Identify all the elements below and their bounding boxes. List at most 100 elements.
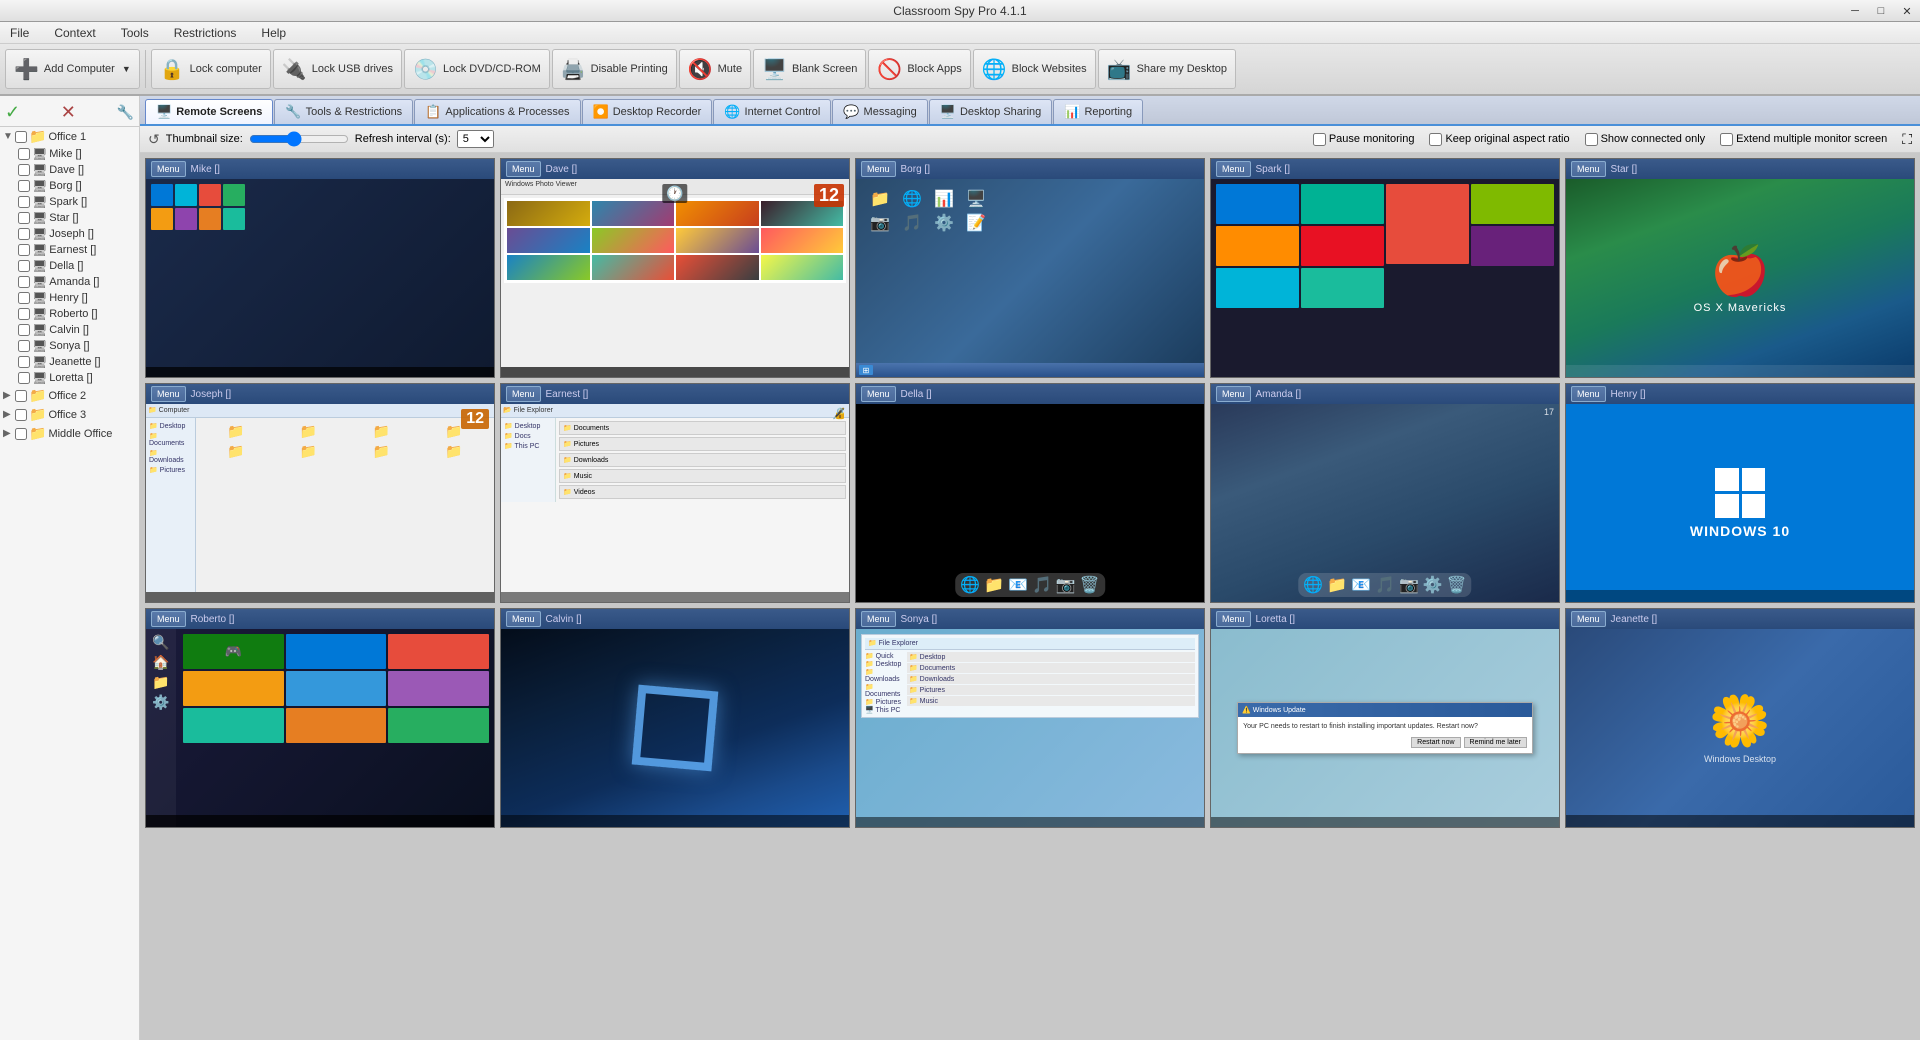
menu-button-spark[interactable]: Menu (1216, 161, 1251, 177)
dave-checkbox[interactable] (18, 164, 30, 176)
mike-checkbox[interactable] (18, 148, 30, 160)
menu-button-mike[interactable]: Menu (151, 161, 186, 177)
sidebar-item-henry[interactable]: 🖥Henry [] (15, 290, 139, 306)
tab-applications[interactable]: 📋 Applications & Processes (414, 99, 580, 124)
menu-button-joseph[interactable]: Menu (151, 386, 186, 402)
sidebar-item-borg[interactable]: 🖥Borg [] (15, 178, 139, 194)
henry-checkbox[interactable] (18, 292, 30, 304)
menu-context[interactable]: Context (49, 24, 100, 42)
office1-checkbox[interactable] (15, 131, 27, 143)
office1-folder[interactable]: ▼ 📁 Office 1 (0, 127, 139, 146)
screen-star[interactable]: Menu Star [] 🍎 OS X Mavericks (1565, 158, 1915, 378)
screen-loretta[interactable]: Menu Loretta [] ⚠️ Windows Update Your P… (1210, 608, 1560, 828)
menu-button-amanda[interactable]: Menu (1216, 386, 1251, 402)
expand-button[interactable]: ⛶ (1902, 131, 1912, 148)
tab-reporting[interactable]: 📊 Reporting (1053, 99, 1143, 124)
thumbnail-slider[interactable] (249, 131, 349, 147)
star-checkbox[interactable] (18, 212, 30, 224)
menu-help[interactable]: Help (256, 24, 291, 42)
office2-checkbox[interactable] (15, 390, 27, 402)
refresh-button[interactable]: ↺ (148, 131, 160, 148)
della-checkbox[interactable] (18, 260, 30, 272)
pause-monitoring-checkbox[interactable] (1313, 133, 1326, 146)
settings-icon[interactable]: 🔧 (117, 104, 134, 121)
menu-restrictions[interactable]: Restrictions (169, 24, 242, 42)
sidebar-item-star[interactable]: 🖥Star [] (15, 210, 139, 226)
sidebar-item-amanda[interactable]: 🖥Amanda [] (15, 274, 139, 290)
sidebar-item-loretta[interactable]: 🖥Loretta [] (15, 370, 139, 386)
minimize-button[interactable]: ─ (1842, 0, 1868, 22)
mute-button[interactable]: 🔇 Mute (679, 49, 751, 89)
show-connected-checkbox[interactable] (1585, 133, 1598, 146)
tab-messaging[interactable]: 💬 Messaging (832, 99, 927, 124)
blank-screen-button[interactable]: 🖥️ Blank Screen (753, 49, 866, 89)
screen-spark[interactable]: Menu Spark [] (1210, 158, 1560, 378)
lock-usb-button[interactable]: 🔌 Lock USB drives (273, 49, 402, 89)
loretta-checkbox[interactable] (18, 372, 30, 384)
screen-della[interactable]: Menu Della [] 🌐 📁 📧 🎵 📷 🗑️ (855, 383, 1205, 603)
lock-computer-button[interactable]: 🔒 Lock computer (151, 49, 271, 89)
menu-button-calvin[interactable]: Menu (506, 611, 541, 627)
check-icon[interactable]: ✓ (5, 102, 20, 123)
screen-jeanette[interactable]: Menu Jeanette [] 🌼 Windows Desktop (1565, 608, 1915, 828)
disable-printing-button[interactable]: 🖨️ Disable Printing (552, 49, 677, 89)
sidebar-item-dave[interactable]: 🖥Dave [] (15, 162, 139, 178)
screen-sonya[interactable]: Menu Sonya [] 📁 File Explorer 📁 Quick 📁 … (855, 608, 1205, 828)
sidebar-item-mike[interactable]: 🖥Mike [] (15, 146, 139, 162)
maximize-button[interactable]: □ (1868, 0, 1894, 22)
extend-monitor-checkbox[interactable] (1720, 133, 1733, 146)
office2-folder[interactable]: ▶ 📁 Office 2 (0, 386, 139, 405)
sidebar-item-roberto[interactable]: 🖥Roberto [] (15, 306, 139, 322)
tab-internet-control[interactable]: 🌐 Internet Control (713, 99, 831, 124)
menu-button-sonya[interactable]: Menu (861, 611, 896, 627)
screen-calvin[interactable]: Menu Calvin [] (500, 608, 850, 828)
spark-checkbox[interactable] (18, 196, 30, 208)
sidebar-item-jeanette[interactable]: 🖥Jeanette [] (15, 354, 139, 370)
screen-joseph[interactable]: Menu Joseph [] 📁 Computer 📁 Desktop 📁 Do… (145, 383, 495, 603)
calvin-checkbox[interactable] (18, 324, 30, 336)
borg-checkbox[interactable] (18, 180, 30, 192)
joseph-checkbox[interactable] (18, 228, 30, 240)
block-websites-button[interactable]: 🌐 Block Websites (973, 49, 1096, 89)
share-desktop-button[interactable]: 📺 Share my Desktop (1098, 49, 1236, 89)
tab-remote-screens[interactable]: 🖥️ Remote Screens (145, 99, 273, 124)
sidebar-item-calvin[interactable]: 🖥Calvin [] (15, 322, 139, 338)
tab-desktop-recorder[interactable]: ⏺️ Desktop Recorder (582, 99, 713, 124)
menu-button-jeanette[interactable]: Menu (1571, 611, 1606, 627)
x-icon[interactable]: ✕ (61, 102, 76, 123)
screen-amanda[interactable]: Menu Amanda [] 🌐 📁 📧 🎵 📷 ⚙️ 🗑️ (1210, 383, 1560, 603)
middle-office-folder[interactable]: ▶ 📁 Middle Office (0, 424, 139, 443)
keep-aspect-checkbox[interactable] (1429, 133, 1442, 146)
menu-button-loretta[interactable]: Menu (1216, 611, 1251, 627)
screen-dave[interactable]: Menu Dave [] Windows Photo Viewer (500, 158, 850, 378)
sidebar-item-della[interactable]: 🖥Della [] (15, 258, 139, 274)
roberto-checkbox[interactable] (18, 308, 30, 320)
menu-button-della[interactable]: Menu (861, 386, 896, 402)
sidebar-item-earnest[interactable]: 🖥Earnest [] (15, 242, 139, 258)
menu-file[interactable]: File (5, 24, 34, 42)
screen-borg[interactable]: Menu Borg [] 📁 🌐 📊 🖥️ 📷 🎵 ⚙️ � (855, 158, 1205, 378)
block-apps-button[interactable]: 🚫 Block Apps (868, 49, 970, 89)
add-computer-button[interactable]: ➕ Add Computer ▼ (5, 49, 140, 89)
menu-tools[interactable]: Tools (116, 24, 154, 42)
screen-earnest[interactable]: Menu Earnest [] 📂 File Explorer 📁 Deskto… (500, 383, 850, 603)
tab-tools-restrictions[interactable]: 🔧 Tools & Restrictions (274, 99, 413, 124)
menu-button-borg[interactable]: Menu (861, 161, 896, 177)
lock-dvd-button[interactable]: 💿 Lock DVD/CD-ROM (404, 49, 550, 89)
sidebar-item-spark[interactable]: 🖥Spark [] (15, 194, 139, 210)
office3-folder[interactable]: ▶ 📁 Office 3 (0, 405, 139, 424)
menu-button-roberto[interactable]: Menu (151, 611, 186, 627)
menu-button-earnest[interactable]: Menu (506, 386, 541, 402)
sonya-checkbox[interactable] (18, 340, 30, 352)
menu-button-dave[interactable]: Menu (506, 161, 541, 177)
screen-mike[interactable]: Menu Mike [] (145, 158, 495, 378)
refresh-interval-select[interactable]: 3 5 10 30 60 (457, 130, 494, 148)
middle-checkbox[interactable] (15, 428, 27, 440)
sidebar-item-joseph[interactable]: 🖥Joseph [] (15, 226, 139, 242)
screen-henry[interactable]: Menu Henry [] WINDOWS 10 (1565, 383, 1915, 603)
tab-desktop-sharing[interactable]: 🖥️ Desktop Sharing (929, 99, 1053, 124)
screen-roberto[interactable]: Menu Roberto [] 🔍 🏠 📁 ⚙️ 🎮 (145, 608, 495, 828)
sidebar-item-sonya[interactable]: 🖥Sonya [] (15, 338, 139, 354)
earnest-checkbox[interactable] (18, 244, 30, 256)
close-button[interactable]: ✕ (1894, 0, 1920, 22)
